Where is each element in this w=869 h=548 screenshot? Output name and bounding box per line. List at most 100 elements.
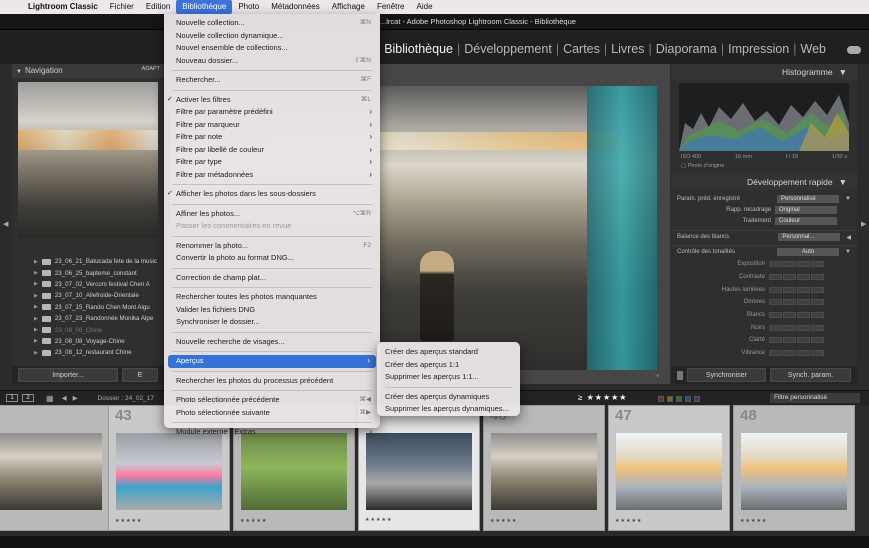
menu-item-rechercher-toutes-les-photos-manquantes[interactable]: Rechercher toutes les photos manquantes [164,291,380,304]
menu-item-activer-les-filtres[interactable]: ✓ Activer les filtres ⌘L [164,94,380,107]
yellow-label-swatch[interactable] [667,396,673,402]
navigator-zoom-label[interactable]: ADAPT [142,66,160,76]
folder-item[interactable]: ▶ 23_08_06_Chine [12,324,164,335]
treatment-select[interactable]: Couleur [775,216,837,225]
rating-filter[interactable]: ≥ ★★★★★ [578,393,627,402]
menu-item-renommer-la-photo[interactable]: Renommer la photo... F2 [164,240,380,253]
menu-affichage[interactable]: Affichage [326,0,371,14]
filmstrip-thumbnail[interactable] [616,433,722,510]
tone-step-button[interactable] [769,261,782,268]
back-arrow-icon[interactable]: ◀ [62,394,67,402]
tone-step-button[interactable] [783,337,796,344]
collapse-triangle-icon[interactable]: ▼ [16,69,22,75]
menu-bibliotheque[interactable]: Bibliothèque [176,0,233,14]
tone-step-button[interactable] [797,261,810,268]
folder-item[interactable]: ▶ 23_08_08_Voyage-Chine [12,336,164,347]
tone-step-button[interactable] [797,337,810,344]
expand-triangle-icon[interactable]: ◀ [846,234,851,241]
tone-step-button[interactable] [769,324,782,331]
folder-item[interactable]: ▶ 23_06_25_bapteme_constant [12,267,164,278]
filmstrip-thumbnail[interactable] [491,433,597,510]
tone-step-button[interactable] [797,299,810,306]
menu-metadonnees[interactable]: Métadonnées [265,0,325,14]
menu-item-supprimer-les-apercus-1-1[interactable]: Supprimer les aperçus 1:1... [377,371,520,384]
menu-item-nouvel-ensemble-de-collections[interactable]: Nouvel ensemble de collections... [164,42,380,55]
menu-item-photo-selectionnee-precedente[interactable]: Photo sélectionnée précédente ⌘◀ [164,394,380,407]
folder-item[interactable]: ▶ 23_07_02_Vercors festival Chen A [12,279,164,290]
tone-step-button[interactable] [783,286,796,293]
filmstrip-thumbnail[interactable] [741,433,847,510]
expand-triangle-icon[interactable]: ▶ [34,316,38,322]
menu-item-nouvelle-collection[interactable]: Nouvelle collection... ⌘N [164,17,380,30]
tone-step-button[interactable] [811,324,824,331]
menu-item-supprimer-les-apercus-dynamiques[interactable]: Supprimer les aperçus dynamiques... [377,403,520,416]
sync-button[interactable]: Synchroniser [686,368,766,382]
menu-item-filtre-par-libelle-de-couleur[interactable]: Filtre par libellé de couleur › [164,144,380,157]
filmstrip-thumbnail[interactable] [116,433,222,510]
green-label-swatch[interactable] [676,396,682,402]
expand-triangle-icon[interactable]: ▶ [34,281,38,287]
tone-step-button[interactable] [769,274,782,281]
menu-item-afficher-les-photos-dans-les-sous-dossiers[interactable]: ✓ Afficher les photos dans les sous-dossi… [164,188,380,201]
module-bibliotheque[interactable]: Bibliothèque [381,42,456,56]
sync-toggle[interactable] [677,370,683,380]
expand-triangle-icon[interactable]: ▶ [34,293,38,299]
filmstrip-cell[interactable]: 48 ★★★★★ [733,405,855,531]
tone-step-button[interactable] [769,299,782,306]
menu-item-synchroniser-le-dossier[interactable]: Synchroniser le dossier... [164,316,380,329]
menu-edition[interactable]: Edition [140,0,176,14]
folder-item[interactable]: ▶ 23_07_23_Randonnée Monika Alpe [12,313,164,324]
collapse-triangle-icon[interactable]: ▼ [839,67,847,77]
tone-step-button[interactable] [769,312,782,319]
expand-triangle-icon[interactable]: ▶ [34,259,38,265]
export-button[interactable]: E [122,368,158,382]
tone-step-button[interactable] [811,312,824,319]
menu-item-nouveau-dossier[interactable]: Nouveau dossier... ⇧⌘N [164,55,380,68]
folder-item[interactable]: ▶ 23_07_15_Rando Chen Mont Aigu [12,302,164,313]
tone-step-button[interactable] [797,324,810,331]
tone-step-button[interactable] [811,286,824,293]
tone-step-button[interactable] [811,261,824,268]
menu-item-filtre-par-note[interactable]: Filtre par note › [164,131,380,144]
expand-triangle-icon[interactable]: ▶ [34,338,38,344]
expand-triangle-icon[interactable]: ▶ [34,304,38,310]
secondary-window-button[interactable]: 2 [22,394,34,402]
tone-step-button[interactable] [783,299,796,306]
tone-step-button[interactable] [783,261,796,268]
folder-item[interactable]: ▶ 23_06_21_Batucada fete de la music [12,256,164,267]
menu-fichier[interactable]: Fichier [104,0,140,14]
filter-preset-select[interactable]: Filtre personnalisé [770,393,860,403]
collapse-triangle-icon[interactable]: ▼ [839,177,847,187]
quick-develop-header[interactable]: Développement rapide ▼ [671,174,857,190]
sync-settings-button[interactable]: Synch. param. [769,368,851,382]
module-diaporama[interactable]: Diaporama [653,42,720,56]
collapse-triangle-icon[interactable]: ▼ [845,249,851,255]
histogram-header[interactable]: Histogramme ▼ [671,64,857,80]
filmstrip-thumbnail[interactable] [241,433,347,510]
blue-label-swatch[interactable] [685,396,691,402]
original-photo-toggle[interactable]: ▢ Photo d'origine [671,163,857,169]
expand-triangle-icon[interactable]: ▶ [34,350,38,356]
menu-item-filtre-par-marqueur[interactable]: Filtre par marqueur › [164,119,380,132]
red-label-swatch[interactable] [658,396,664,402]
tone-step-button[interactable] [783,312,796,319]
menu-app[interactable]: Lightroom Classic [22,0,104,14]
color-label-filter[interactable] [658,396,700,402]
navigator-header[interactable]: ▼ Navigation ADAPT [12,64,164,78]
collapse-triangle-icon[interactable]: ▼ [845,196,851,202]
module-livres[interactable]: Livres [608,42,647,56]
tone-step-button[interactable] [769,286,782,293]
menu-item-creer-des-apercus-standard[interactable]: Créer des aperçus standard [377,346,520,359]
menu-item-apercus[interactable]: Aperçus › [168,355,376,368]
crop-ratio-select[interactable]: Original [775,205,837,214]
cloud-icon[interactable] [847,46,861,54]
tone-step-button[interactable] [797,350,810,357]
left-panel-toggle-icon[interactable]: ◀ [3,220,8,228]
auto-tone-button[interactable]: Auto [777,248,840,256]
filmstrip-cell[interactable] [0,405,110,531]
expand-triangle-icon[interactable]: ▶ [34,327,38,333]
module-impression[interactable]: Impression [725,42,792,56]
saved-preset-select[interactable]: Personnalisé [777,194,840,203]
tone-step-button[interactable] [811,274,824,281]
menu-item-affiner-les-photos[interactable]: Affiner les photos... ⌥⌘R [164,208,380,221]
